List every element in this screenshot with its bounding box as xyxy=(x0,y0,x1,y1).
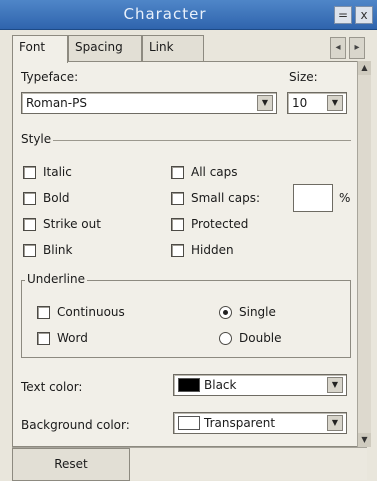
tab-scroll-left-icon[interactable]: ◂ xyxy=(330,37,346,59)
small-caps-label: Small caps: xyxy=(191,191,261,205)
scroll-up-icon[interactable]: ▲ xyxy=(358,61,371,75)
continuous-label: Continuous xyxy=(57,305,125,319)
size-value: 10 xyxy=(292,96,308,110)
background-color-dropdown-icon[interactable]: ▼ xyxy=(327,415,343,431)
tab-font[interactable]: Font xyxy=(12,35,68,63)
background-color-swatch xyxy=(178,416,200,430)
tab-spacing[interactable]: Spacing xyxy=(68,35,142,61)
text-color-value: Black xyxy=(204,378,237,392)
hidden-label: Hidden xyxy=(191,243,234,257)
style-legend: Style xyxy=(19,132,54,146)
size-select[interactable]: 10 ▼ xyxy=(287,92,347,114)
word-checkbox[interactable] xyxy=(37,332,50,345)
typeface-label: Typeface: xyxy=(21,70,79,84)
protected-label: Protected xyxy=(191,217,249,231)
blink-checkbox[interactable] xyxy=(23,244,36,257)
underline-legend: Underline xyxy=(25,272,87,286)
protected-checkbox[interactable] xyxy=(171,218,184,231)
size-label: Size: xyxy=(289,70,318,84)
background-color-select[interactable]: Transparent ▼ xyxy=(173,412,347,434)
panel-scrollbar[interactable]: ▲ ▼ xyxy=(357,61,371,447)
typeface-dropdown-icon[interactable]: ▼ xyxy=(257,95,273,111)
strike-out-checkbox[interactable] xyxy=(23,218,36,231)
italic-label: Italic xyxy=(43,165,72,179)
title-bar: Character = x xyxy=(0,0,377,30)
word-label: Word xyxy=(57,331,88,345)
underline-group xyxy=(21,280,351,358)
text-color-swatch xyxy=(178,378,200,392)
blink-label: Blink xyxy=(43,243,73,257)
font-panel: Typeface: Roman-PS ▼ Size: 10 ▼ Style It… xyxy=(12,61,367,447)
size-dropdown-icon[interactable]: ▼ xyxy=(327,95,343,111)
strike-out-label: Strike out xyxy=(43,217,101,231)
typeface-value: Roman-PS xyxy=(26,96,87,110)
text-color-label: Text color: xyxy=(21,380,83,394)
small-caps-checkbox[interactable] xyxy=(171,192,184,205)
continuous-checkbox[interactable] xyxy=(37,306,50,319)
text-color-select[interactable]: Black ▼ xyxy=(173,374,347,396)
hidden-checkbox[interactable] xyxy=(171,244,184,257)
percent-sign: % xyxy=(339,191,351,205)
style-divider xyxy=(21,140,351,141)
typeface-select[interactable]: Roman-PS ▼ xyxy=(21,92,277,114)
window-title: Character xyxy=(123,5,207,23)
tab-bar: Font Spacing Link ◂ ▸ xyxy=(12,35,367,63)
double-radio[interactable] xyxy=(219,332,232,345)
bold-label: Bold xyxy=(43,191,70,205)
single-label: Single xyxy=(239,305,276,319)
double-label: Double xyxy=(239,331,282,345)
minimize-button[interactable]: = xyxy=(334,6,352,24)
bold-checkbox[interactable] xyxy=(23,192,36,205)
close-button[interactable]: x xyxy=(355,6,373,24)
tab-scroll-right-icon[interactable]: ▸ xyxy=(349,37,365,59)
italic-checkbox[interactable] xyxy=(23,166,36,179)
background-color-label: Background color: xyxy=(21,418,130,432)
all-caps-checkbox[interactable] xyxy=(171,166,184,179)
single-radio[interactable] xyxy=(219,306,232,319)
all-caps-label: All caps xyxy=(191,165,238,179)
small-caps-percent-input[interactable] xyxy=(293,184,333,212)
reset-button[interactable]: Reset xyxy=(12,448,130,481)
tab-link[interactable]: Link xyxy=(142,35,204,61)
bottom-bar: Reset xyxy=(12,447,367,481)
scroll-down-icon[interactable]: ▼ xyxy=(358,433,371,447)
background-color-value: Transparent xyxy=(204,416,276,430)
text-color-dropdown-icon[interactable]: ▼ xyxy=(327,377,343,393)
